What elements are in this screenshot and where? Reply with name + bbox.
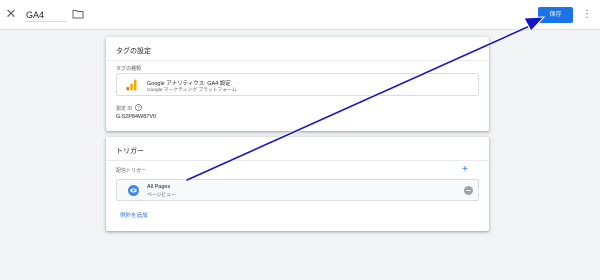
trigger-type: ページビュー (147, 193, 176, 198)
measurement-id-label: 測定 ID (116, 106, 133, 112)
top-bar: ✕ 保存 ⋮ (0, 0, 600, 30)
tag-type-selector[interactable]: Google アナリティクス: GA4 設定 Google マーケティング プラ… (116, 73, 479, 96)
trigger-row[interactable]: All Pages ページビュー (116, 179, 479, 201)
add-trigger-icon[interactable]: + (462, 165, 468, 175)
save-button[interactable]: 保存 (538, 7, 573, 23)
google-analytics-icon (126, 79, 137, 91)
tag-configuration-card: タグの設定 タグの種類 Google アナリティクス: GA4 設定 Googl… (106, 37, 489, 131)
tag-name-input[interactable] (25, 8, 67, 22)
trigger-name: All Pages (147, 184, 171, 190)
close-icon[interactable]: ✕ (5, 7, 17, 20)
firing-triggers-label: 配信トリガー (116, 168, 147, 174)
more-vert-icon[interactable]: ⋮ (582, 8, 592, 21)
tag-editor-page: ✕ 保存 ⋮ タグの設定 タグの種類 Google アナリティクス: GA4 設… (0, 0, 600, 280)
add-exception-link[interactable]: 例外を追加 (120, 211, 148, 219)
divider (106, 160, 489, 161)
tag-type-subtitle: Google マーケティング プラットフォーム (147, 88, 237, 93)
folder-icon[interactable] (72, 9, 84, 19)
tag-type-label: タグの種類 (116, 66, 142, 72)
help-icon[interactable]: ? (135, 104, 142, 111)
measurement-id-value: G-52P84W87V0 (116, 114, 157, 120)
triggering-card: トリガー 配信トリガー + All Pages ページビュー 例外を追加 (106, 137, 489, 231)
pageview-trigger-icon (128, 185, 139, 196)
triggering-title: トリガー (116, 148, 144, 155)
divider (106, 60, 489, 61)
svg-text:?: ? (137, 105, 140, 110)
remove-trigger-icon[interactable] (464, 186, 473, 195)
tag-configuration-title: タグの設定 (116, 48, 151, 55)
